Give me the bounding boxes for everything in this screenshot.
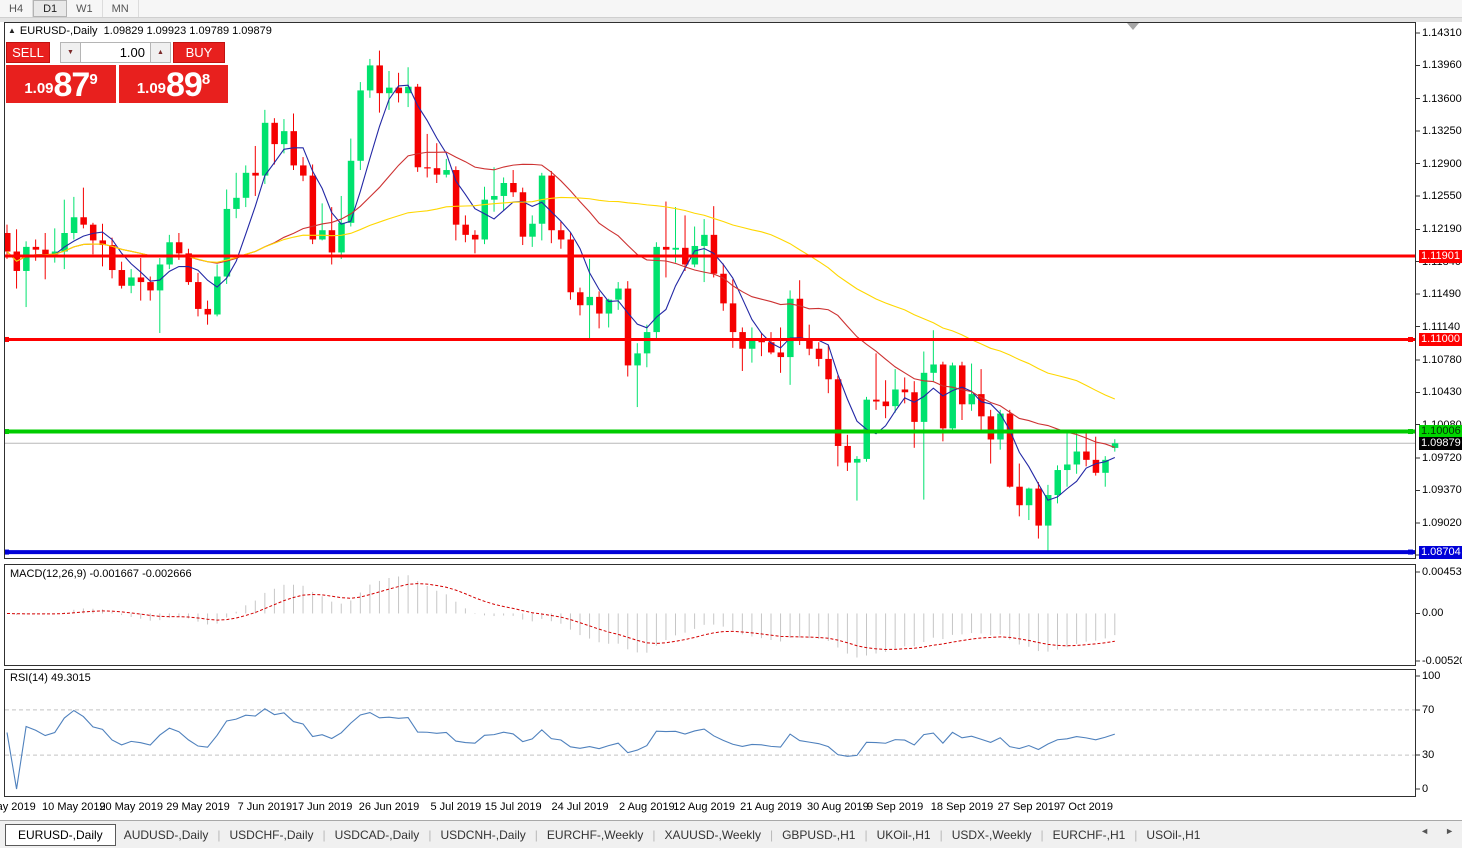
candles-group: [4, 51, 1118, 552]
rsi-axis-tick: 0: [1422, 783, 1428, 795]
rsi-line: [7, 709, 1115, 789]
date-axis-label: 9 Sep 2019: [867, 801, 923, 813]
date-axis-label: 15 Jul 2019: [485, 801, 542, 813]
buy-price-button[interactable]: 1.09898: [119, 65, 228, 103]
price-level-badge: 1.08704: [1419, 546, 1462, 559]
rsi-axis-tick: 70: [1422, 704, 1434, 716]
date-axis-label: 7 Oct 2019: [1059, 801, 1113, 813]
trade-panel-price-row: 1.09879 1.09898: [6, 65, 230, 103]
tab-ukoil-h1[interactable]: UKOil-,H1: [869, 825, 939, 845]
tab-xauusd-weekly[interactable]: XAUUSD-,Weekly: [656, 825, 768, 845]
price-axis-tick: 1.13960: [1422, 59, 1462, 71]
chart-canvas[interactable]: [0, 0, 1462, 847]
date-axis-label: 27 Sep 2019: [998, 801, 1060, 813]
buy-price-big: 89: [166, 67, 202, 103]
macd-frame: [5, 565, 1416, 666]
buy-price-pip: 8: [202, 71, 210, 88]
tab-eurchf-weekly[interactable]: EURCHF-,Weekly: [539, 825, 651, 845]
one-click-trading-panel: SELL ▼ ▲ BUY 1.09879 1.09898: [6, 42, 230, 103]
price-axis-tick: 1.09370: [1422, 484, 1462, 496]
down-arrow-icon: ▼: [67, 49, 74, 56]
chart-ohlc-readout: 1.09829 1.09923 1.09789 1.09879: [104, 25, 272, 37]
rsi-plot-group: [5, 709, 1415, 789]
symbol-tab-bar: EURUSD-,DailyAUDUSD-,Daily|USDCHF-,Daily…: [0, 820, 1462, 848]
date-axis-label: 29 May 2019: [166, 801, 230, 813]
volume-input[interactable]: [81, 42, 150, 63]
price-axis-tick: 1.14310: [1422, 27, 1462, 39]
buy-price-prefix: 1.09: [137, 80, 166, 103]
rsi-axis-tick: 30: [1422, 749, 1434, 761]
price-axis-tick: 1.11490: [1422, 288, 1461, 300]
rsi-indicator-label: RSI(14) 49.3015: [10, 672, 91, 684]
price-level-badge: 1.11901: [1419, 250, 1462, 263]
tab-eurchf-h1[interactable]: EURCHF-,H1: [1045, 825, 1134, 845]
rsi-axis-tick: 100: [1422, 670, 1440, 682]
date-axis-label: 24 Jul 2019: [552, 801, 609, 813]
price-axis-tick: 1.12550: [1422, 190, 1462, 202]
date-axis-label: 5 Jul 2019: [430, 801, 481, 813]
price-axis-tick: 1.12190: [1422, 223, 1462, 235]
current-price-badge: 1.09879: [1419, 437, 1462, 450]
date-axis-label: 7 Jun 2019: [238, 801, 292, 813]
moving-average-5: [7, 85, 1115, 500]
date-axis-label: 26 Jun 2019: [359, 801, 420, 813]
price-axis-tick: 1.10780: [1422, 354, 1462, 366]
date-axis-label: 12 Aug 2019: [673, 801, 735, 813]
date-axis-label: 18 Sep 2019: [931, 801, 993, 813]
tab-scroll-left-icon[interactable]: ◄: [1420, 826, 1429, 836]
date-axis-label: 2 Aug 2019: [619, 801, 675, 813]
macd-indicator-label: MACD(12,26,9) -0.001667 -0.002666: [10, 568, 192, 580]
price-level-badge: 1.11000: [1419, 333, 1462, 346]
date-axis-label: 30 Aug 2019: [807, 801, 869, 813]
buy-button[interactable]: BUY: [173, 42, 225, 63]
tab-usdcad-daily[interactable]: USDCAD-,Daily: [327, 825, 428, 845]
sell-price-big: 87: [54, 67, 90, 103]
macd-axis-tick: -0.005205: [1422, 655, 1462, 667]
sell-price-prefix: 1.09: [24, 80, 53, 103]
price-axis-tick: 1.09020: [1422, 517, 1462, 529]
chart-title: ▲ EURUSD-,Daily 1.09829 1.09923 1.09789 1…: [8, 25, 272, 37]
price-axis-tick: 1.12900: [1422, 158, 1462, 170]
price-axis-tick: 1.13250: [1422, 125, 1462, 137]
date-axis-label: 10 May 2019: [42, 801, 106, 813]
date-axis-label: 17 Jun 2019: [292, 801, 353, 813]
tab-usoil-h1[interactable]: USOil-,H1: [1138, 825, 1208, 845]
sell-price-button[interactable]: 1.09879: [6, 65, 116, 103]
tab-scroll-arrows: ◄ ►: [1420, 826, 1454, 836]
tab-audusd-daily[interactable]: AUDUSD-,Daily: [116, 825, 217, 845]
chart-shift-marker-icon[interactable]: [1127, 23, 1139, 30]
macd-axis-tick: 0.00: [1422, 607, 1443, 619]
up-arrow-icon: ▲: [157, 49, 164, 56]
tab-usdcnh-daily[interactable]: USDCNH-,Daily: [432, 825, 533, 845]
chart-symbol-label: EURUSD-,Daily: [20, 25, 98, 37]
date-axis-label: 20 May 2019: [99, 801, 163, 813]
tab-usdchf-daily[interactable]: USDCHF-,Daily: [222, 825, 322, 845]
sell-button[interactable]: SELL: [6, 42, 50, 63]
price-axis-tick: 1.09720: [1422, 452, 1462, 464]
main-plot-group: [4, 51, 1415, 555]
volume-decrease-button[interactable]: ▼: [60, 42, 81, 63]
trade-panel-top-row: SELL ▼ ▲ BUY: [6, 42, 230, 63]
volume-increase-button[interactable]: ▲: [150, 42, 171, 63]
macd-plot-group: [7, 575, 1115, 657]
tab-eurusd-daily[interactable]: EURUSD-,Daily: [5, 824, 116, 846]
tab-scroll-right-icon[interactable]: ►: [1445, 826, 1454, 836]
price-axis-tick: 1.10430: [1422, 386, 1462, 398]
macd-axis-tick: 0.004536: [1422, 566, 1462, 578]
tab-gbpusd-h1[interactable]: GBPUSD-,H1: [774, 825, 863, 845]
date-axis-label: 21 Aug 2019: [740, 801, 802, 813]
price-axis-tick: 1.13600: [1422, 93, 1462, 105]
tab-usdx-weekly[interactable]: USDX-,Weekly: [944, 825, 1040, 845]
sell-price-pip: 9: [89, 71, 97, 88]
symbol-marker-icon: ▲: [8, 26, 16, 35]
date-axis-label: 1 May 2019: [0, 801, 36, 813]
price-axis-tick: 1.11140: [1422, 321, 1460, 333]
moving-average-20: [7, 152, 1115, 447]
